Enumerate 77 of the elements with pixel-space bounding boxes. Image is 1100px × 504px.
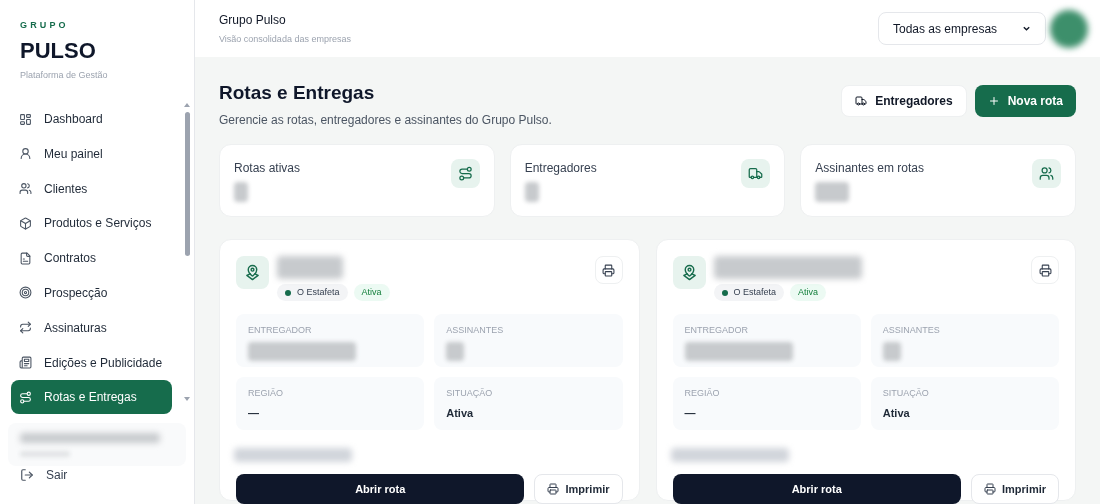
print-icon (602, 263, 615, 277)
truck-icon (741, 159, 771, 188)
field-value: Ativa (882, 405, 911, 421)
print-icon (547, 483, 560, 495)
stat-label: Entregadores (524, 160, 597, 177)
print-icon (984, 483, 996, 495)
scroll-up-icon[interactable] (183, 102, 191, 108)
print-icon (1038, 263, 1052, 277)
status-badge: Ativa (790, 284, 827, 301)
redacted-value (882, 341, 901, 361)
route-icon (450, 159, 480, 188)
avatar[interactable] (1050, 9, 1088, 48)
repeat-icon (19, 321, 32, 335)
route-icon (19, 390, 32, 404)
publication-name: O Estafeta (297, 285, 340, 299)
user-icon (19, 147, 32, 161)
nav-item[interactable]: Prospecção (11, 276, 172, 310)
open-route-button[interactable]: Abrir rota (672, 474, 961, 504)
users-icon (1032, 159, 1061, 188)
plus-icon (987, 95, 1000, 107)
page-subtitle: Gerencie as rotas, entregadores e assinantes do Grupo Pulso. (219, 112, 552, 129)
grid-icon (19, 112, 32, 126)
logout-button[interactable]: Sair (0, 466, 194, 484)
field-value: — (684, 405, 697, 421)
field-label: REGIÃO (248, 387, 284, 400)
field-label: ENTREGADOR (248, 324, 313, 337)
map-pin-icon (236, 256, 269, 289)
field-label: SITUAÇÃO (446, 387, 494, 400)
users-icon (19, 182, 32, 196)
redacted-title (277, 256, 343, 279)
nav-item[interactable]: Meu painel (11, 136, 172, 171)
print-button[interactable]: Imprimir (534, 474, 623, 504)
header-title: Grupo Pulso (219, 11, 287, 29)
chevron-down-icon (1022, 24, 1031, 33)
document-icon (19, 251, 32, 265)
brand-eyebrow: GRUPO (20, 19, 70, 32)
field-label: ASSINANTES (446, 324, 505, 337)
logout-icon (20, 468, 34, 482)
newspaper-icon (19, 356, 32, 370)
nav-item[interactable]: Rotas e Entregas (11, 380, 172, 415)
nav-item[interactable]: Contratos (11, 241, 172, 276)
field-value: Ativa (446, 405, 475, 421)
nav-item[interactable]: Clientes (11, 171, 172, 206)
redacted-value (446, 341, 465, 361)
nav-item[interactable]: Assinaturas (11, 310, 172, 345)
nav-item[interactable]: Edições e Publicidade (11, 345, 172, 380)
open-route-button[interactable]: Abrir rota (236, 474, 525, 504)
field-label: ENTREGADOR (684, 324, 749, 337)
page-title: Rotas e Entregas (219, 81, 376, 105)
field-value: — (248, 405, 260, 421)
publication-name: O Estafeta (733, 285, 777, 299)
redacted-value (815, 182, 850, 202)
print-button[interactable] (594, 256, 623, 284)
package-icon (19, 216, 32, 230)
print-button[interactable]: Imprimir (971, 474, 1059, 504)
stat-label: Rotas ativas (234, 160, 301, 177)
new-route-button[interactable]: Nova rota (974, 85, 1076, 117)
status-badge: Ativa (353, 284, 390, 301)
company-select[interactable]: Todas as empresas (878, 12, 1046, 45)
print-button[interactable] (1031, 256, 1059, 284)
redacted-value (234, 182, 248, 202)
couriers-button[interactable]: Entregadores (841, 85, 967, 117)
nav-item[interactable]: Dashboard (11, 102, 172, 136)
brand-name: PULSO (20, 36, 97, 65)
target-icon (19, 286, 32, 300)
brand-subtitle: Plataforma de Gestão (20, 68, 109, 82)
scroll-down-icon[interactable] (183, 396, 191, 402)
field-label: REGIÃO (684, 387, 721, 400)
map-pin-icon (672, 256, 706, 289)
redacted-value (524, 182, 539, 202)
stat-label: Assinantes em rotas (815, 160, 925, 177)
nav-item[interactable]: Produtos e Serviços (11, 206, 172, 241)
field-label: SITUAÇÃO (882, 387, 930, 400)
truck-icon (855, 95, 868, 107)
header-subtitle: Visão consolidada das empresas (219, 32, 351, 46)
scrollbar[interactable] (183, 102, 191, 402)
field-label: ASSINANTES (882, 324, 941, 337)
